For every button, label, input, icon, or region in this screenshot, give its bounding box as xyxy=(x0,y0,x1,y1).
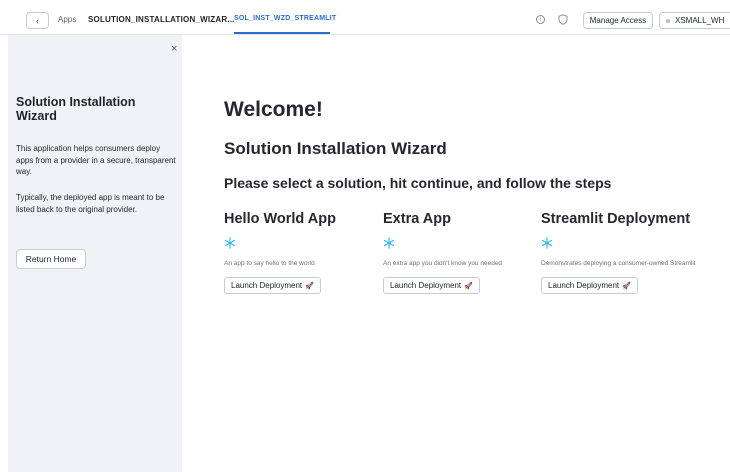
warehouse-status-dot xyxy=(666,18,670,23)
warehouse-selector[interactable]: XSMALL_WH xyxy=(659,12,730,29)
snowflake-icon xyxy=(541,237,553,249)
launch-deployment-button[interactable]: Launch Deployment 🚀 xyxy=(224,277,321,294)
button-label: Launch Deployment xyxy=(548,281,620,290)
sidebar-note: Typically, the deployed app is meant to … xyxy=(16,193,165,214)
sidebar-title: Solution Installation Wizard xyxy=(16,95,136,123)
launch-deployment-button[interactable]: Launch Deployment 🚀 xyxy=(541,277,638,294)
button-label: Launch Deployment xyxy=(390,281,462,290)
top-bar: ‹ Apps SOLUTION_INSTALLATION_WIZAR... SO… xyxy=(0,0,730,35)
active-tab-indicator xyxy=(234,32,330,34)
return-home-button[interactable]: Return Home xyxy=(16,249,86,269)
main-content: Welcome! Solution Installation Wizard Pl… xyxy=(182,35,730,472)
card-title: Streamlit Deployment xyxy=(541,211,691,227)
page-title: Welcome! xyxy=(224,98,323,121)
card-description: An app to say hello to the world xyxy=(224,260,315,267)
sidebar-description: This application helps consumers deploy … xyxy=(16,144,176,176)
manage-access-button[interactable]: Manage Access xyxy=(583,12,653,29)
sidebar: × Solution Installation Wizard This appl… xyxy=(8,35,182,472)
rocket-icon: 🚀 xyxy=(305,282,314,290)
breadcrumb-app-name[interactable]: SOLUTION_INSTALLATION_WIZAR... xyxy=(88,15,235,24)
solution-card-hello-world: Hello World App An app to say hello to t… xyxy=(224,211,384,294)
shield-icon[interactable] xyxy=(558,14,568,25)
instruction-heading: Please select a solution, hit continue, … xyxy=(224,175,612,191)
wizard-heading: Solution Installation Wizard xyxy=(224,139,447,158)
card-title: Hello World App xyxy=(224,211,336,227)
rocket-icon: 🚀 xyxy=(464,282,473,290)
close-icon[interactable]: × xyxy=(171,43,177,55)
launch-deployment-button[interactable]: Launch Deployment 🚀 xyxy=(383,277,480,294)
solution-card-extra-app: Extra App An extra app you didn't know y… xyxy=(383,211,543,294)
snowflake-icon xyxy=(224,237,236,249)
rocket-icon: 🚀 xyxy=(622,282,631,290)
info-icon[interactable]: i xyxy=(536,15,545,24)
breadcrumb-apps[interactable]: Apps xyxy=(58,15,76,24)
snowflake-icon xyxy=(383,237,395,249)
card-description: An extra app you didn't know you needed xyxy=(383,260,503,267)
warehouse-label: XSMALL_WH xyxy=(675,16,725,25)
card-description: Demonstrates deploying a consumer-owned … xyxy=(541,260,696,267)
card-title: Extra App xyxy=(383,211,451,227)
chevron-left-icon: ‹ xyxy=(36,15,39,26)
button-label: Launch Deployment xyxy=(231,281,303,290)
tab-sol-inst-wzd-streamlit[interactable]: SOL_INST_WZD_STREAMLIT xyxy=(234,15,336,22)
back-button[interactable]: ‹ xyxy=(26,12,49,29)
solution-card-streamlit-deployment: Streamlit Deployment Demonstrates deploy… xyxy=(541,211,701,294)
